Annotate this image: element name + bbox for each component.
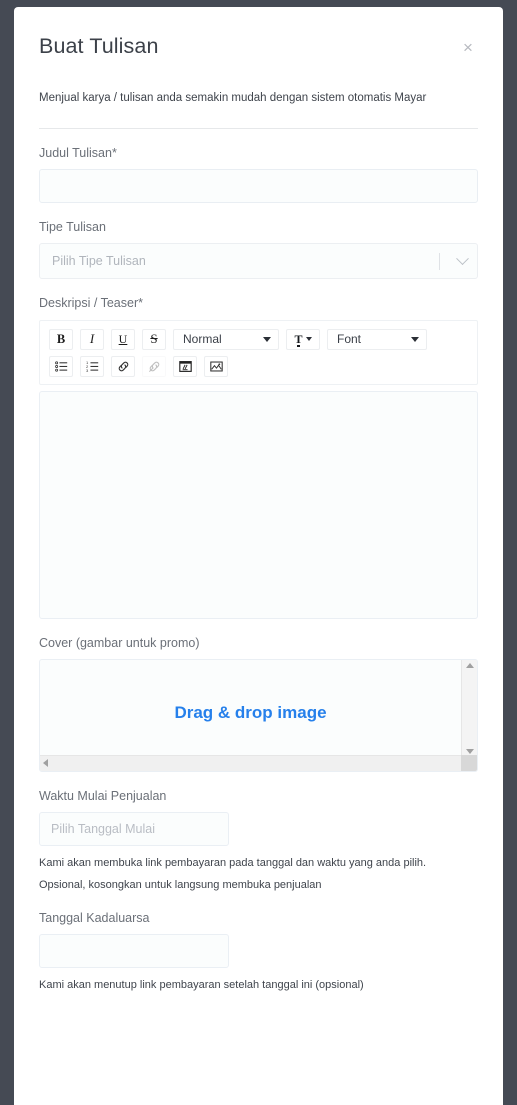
video-icon [178, 360, 192, 372]
underline-button[interactable]: U [111, 328, 135, 350]
dropzone-vertical-scrollbar[interactable] [461, 659, 477, 757]
field-waktu-mulai-penjualan: Waktu Mulai Penjualan Kami akan membuka … [39, 788, 478, 894]
heading-style-select[interactable]: Normal [173, 328, 279, 350]
cover-label: Cover (gambar untuk promo) [39, 635, 200, 650]
waktu-mulai-help-line-1: Kami akan membuka link pembayaran pada t… [39, 857, 427, 870]
waktu-mulai-help: Kami akan membuka link pembayaran pada t… [39, 855, 478, 894]
modal-header: Buat Tulisan × [39, 7, 478, 60]
editor-toolbar-row-2: 1 2 3 [49, 355, 468, 377]
close-icon[interactable]: × [458, 38, 478, 58]
font-family-value: Font [337, 332, 362, 347]
waktu-mulai-label: Waktu Mulai Penjualan [39, 788, 167, 803]
link-icon [118, 361, 128, 371]
judul-tulisan-input[interactable] [39, 169, 478, 204]
ordered-list-icon: 1 2 3 [86, 360, 98, 373]
tipe-tulisan-label: Tipe Tulisan [39, 220, 106, 235]
insert-link-button[interactable] [111, 355, 135, 377]
tipe-tulisan-select[interactable]: Pilih Tipe Tulisan [39, 243, 478, 280]
tanggal-kadaluarsa-help: Kami akan menutup link pembayaran setela… [39, 977, 478, 994]
remove-link-button [142, 355, 166, 377]
field-deskripsi-teaser: Deskripsi / Teaser* B I U S Normal T Fon… [39, 295, 478, 619]
text-color-button[interactable]: T [286, 328, 320, 350]
field-tipe-tulisan: Tipe Tulisan Pilih Tipe Tulisan [39, 219, 478, 280]
image-icon [209, 361, 223, 372]
italic-button[interactable]: I [80, 328, 104, 350]
judul-tulisan-label: Judul Tulisan* [39, 145, 117, 160]
tanggal-kadaluarsa-help-line-1: Kami akan menutup link pembayaran setela… [39, 979, 364, 992]
text-color-letter: T [294, 332, 303, 348]
insert-image-button[interactable] [204, 355, 228, 377]
font-family-select[interactable]: Font [327, 328, 427, 350]
insert-video-button[interactable] [173, 355, 197, 377]
svg-text:3: 3 [86, 368, 89, 373]
caret-down-icon [305, 337, 312, 342]
chevron-down-icon[interactable] [451, 252, 477, 266]
buat-tulisan-modal: Buat Tulisan × Menjual karya / tulisan a… [14, 7, 503, 1105]
editor-toolbar-row-1: B I U S Normal T Font [49, 328, 468, 350]
bullet-list-icon [54, 361, 67, 372]
select-separator [439, 252, 440, 270]
deskripsi-teaser-label: Deskripsi / Teaser* [39, 296, 143, 311]
deskripsi-teaser-editor[interactable] [39, 390, 478, 619]
page-title: Buat Tulisan [39, 34, 159, 58]
scroll-up-arrow-icon[interactable] [465, 662, 474, 668]
header-divider [39, 127, 478, 129]
scrollbar-corner [461, 754, 477, 771]
editor-toolbar: B I U S Normal T Font 1 2 3 [39, 319, 478, 385]
heading-style-value: Normal [183, 332, 222, 347]
ordered-list-button[interactable]: 1 2 3 [80, 355, 104, 377]
waktu-mulai-input[interactable] [39, 812, 229, 847]
bullet-list-button[interactable] [49, 355, 73, 377]
field-tanggal-kadaluarsa: Tanggal Kadaluarsa Kami akan menutup lin… [39, 910, 478, 994]
dropzone-text: Drag & drop image [174, 702, 327, 722]
field-judul-tulisan: Judul Tulisan* [39, 145, 478, 204]
cover-dropzone[interactable]: Drag & drop image [39, 658, 478, 772]
tanggal-kadaluarsa-input[interactable] [39, 934, 229, 969]
modal-subtitle: Menjual karya / tulisan anda semakin mud… [39, 91, 427, 104]
waktu-mulai-help-line-2: Opsional, kosongkan untuk langsung membu… [39, 879, 322, 892]
tanggal-kadaluarsa-label: Tanggal Kadaluarsa [39, 911, 150, 926]
caret-down-icon [411, 336, 419, 342]
bold-button[interactable]: B [49, 328, 73, 350]
tipe-tulisan-selected-value: Pilih Tipe Tulisan [52, 254, 146, 269]
scroll-left-arrow-icon[interactable] [43, 759, 48, 768]
unlink-icon [148, 361, 159, 372]
strikethrough-button[interactable]: S [142, 328, 166, 350]
scroll-down-arrow-icon[interactable] [465, 748, 474, 754]
field-cover: Cover (gambar untuk promo) Drag & drop i… [39, 635, 478, 772]
dropzone-horizontal-scrollbar[interactable] [40, 754, 477, 771]
caret-down-icon [263, 336, 271, 342]
